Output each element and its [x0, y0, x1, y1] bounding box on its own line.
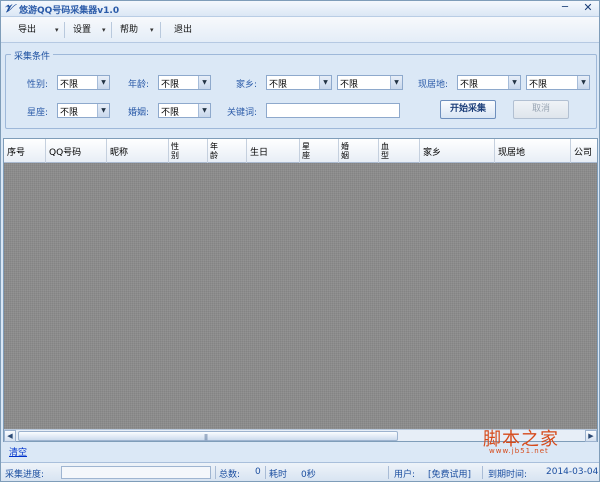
- menu-settings[interactable]: 设置: [73, 17, 91, 43]
- residence-province-select[interactable]: 不限 ▼: [457, 75, 521, 90]
- age-value: 不限: [161, 80, 180, 90]
- residence-label: 现居地:: [418, 80, 449, 90]
- marriage-select[interactable]: 不限 ▼: [158, 103, 211, 118]
- user-label: 用户:: [394, 470, 416, 480]
- gender-value: 不限: [60, 80, 79, 90]
- total-label: 总数:: [219, 470, 241, 480]
- dropdown-arrow-icon[interactable]: ▼: [97, 76, 109, 89]
- app-logo-icon: 𝒱: [4, 2, 14, 15]
- column-header-blood-type[interactable]: 血型: [379, 139, 420, 163]
- expiry-value: 2014-03-04: [546, 467, 599, 477]
- status-bar: 采集进度: 总数: 0 耗时 0秒 用户: [免费试用] 到期时间: 2014-…: [1, 462, 599, 481]
- menu-exit-label: 退出: [174, 25, 193, 35]
- app-window: 𝒱 悠游QQ号码采集器v1.0 ─ ✕ 导出 ▾ 设置 ▾ 帮助 ▾ 退出 采集…: [0, 0, 600, 482]
- residence-city-select[interactable]: 不限 ▼: [526, 75, 590, 90]
- menu-bar: 导出 ▾ 设置 ▾ 帮助 ▾ 退出: [1, 17, 599, 43]
- gender-label: 性别:: [27, 80, 49, 90]
- progress-label: 采集进度:: [5, 470, 45, 480]
- grid-header: 序号 QQ号码 昵称 性别 年龄 生日 星座 婚姻 血型 家乡 现居地 公司: [4, 139, 597, 163]
- column-header-age[interactable]: 年龄: [208, 139, 247, 163]
- dropdown-arrow-icon[interactable]: ▼: [198, 76, 210, 89]
- dropdown-arrow-icon[interactable]: ▼: [319, 76, 331, 89]
- elapsed-value: 0秒: [301, 470, 316, 480]
- marriage-label: 婚姻:: [128, 108, 150, 118]
- menu-separator: [111, 22, 112, 38]
- status-separator: [388, 466, 389, 479]
- window-title: 悠游QQ号码采集器v1.0: [19, 6, 120, 16]
- filter-group-title: 采集条件: [11, 49, 54, 62]
- menu-help-label: 帮助: [120, 25, 139, 35]
- watermark-url: www.jb51.net: [489, 447, 549, 455]
- total-value: 0: [255, 467, 261, 477]
- user-value: [免费试用]: [428, 470, 472, 480]
- zodiac-select[interactable]: 不限 ▼: [57, 103, 110, 118]
- column-header-hometown[interactable]: 家乡: [420, 139, 495, 163]
- start-collect-button[interactable]: 开始采集: [440, 100, 496, 119]
- grip-icon: |||: [204, 434, 208, 441]
- chevron-down-icon: ▾: [55, 26, 59, 34]
- menu-exit[interactable]: 退出: [174, 17, 192, 43]
- scroll-left-icon[interactable]: ◀: [4, 430, 16, 442]
- progress-bar: [61, 466, 211, 479]
- column-header-marriage-text: 婚姻: [341, 142, 349, 160]
- column-header-nickname[interactable]: 昵称: [107, 139, 169, 163]
- zodiac-value: 不限: [60, 108, 79, 118]
- column-header-residence[interactable]: 现居地: [495, 139, 571, 163]
- scroll-right-icon[interactable]: ▶: [585, 430, 597, 442]
- chevron-down-icon: ▾: [150, 26, 154, 34]
- elapsed-label: 耗时: [269, 470, 288, 480]
- dropdown-arrow-icon[interactable]: ▼: [198, 104, 210, 117]
- title-bar: 𝒱 悠游QQ号码采集器v1.0 ─ ✕: [1, 1, 599, 17]
- column-header-age-text: 年龄: [210, 142, 218, 160]
- column-header-blood-type-text: 血型: [381, 142, 389, 160]
- menu-separator: [160, 22, 161, 38]
- column-header-zodiac-text: 星座: [302, 142, 310, 160]
- column-header-gender[interactable]: 性别: [169, 139, 208, 163]
- residence-province-value: 不限: [460, 80, 479, 90]
- column-header-qq[interactable]: QQ号码: [46, 139, 107, 163]
- age-label: 年龄:: [128, 80, 150, 90]
- keyword-label: 关键词:: [227, 108, 258, 118]
- keyword-input[interactable]: [266, 103, 400, 118]
- menu-separator: [64, 22, 65, 38]
- dropdown-arrow-icon[interactable]: ▼: [390, 76, 402, 89]
- marriage-value: 不限: [161, 108, 180, 118]
- column-header-zodiac[interactable]: 星座: [300, 139, 339, 163]
- status-separator: [265, 466, 266, 479]
- gender-select[interactable]: 不限 ▼: [57, 75, 110, 90]
- hometown-province-select[interactable]: 不限 ▼: [266, 75, 332, 90]
- results-grid[interactable]: 序号 QQ号码 昵称 性别 年龄 生日 星座 婚姻 血型 家乡 现居地 公司 ◀…: [3, 138, 598, 442]
- residence-city-value: 不限: [529, 80, 548, 90]
- dropdown-arrow-icon[interactable]: ▼: [508, 76, 520, 89]
- status-separator: [482, 466, 483, 479]
- menu-help[interactable]: 帮助: [120, 17, 138, 43]
- hometown-province-value: 不限: [269, 80, 288, 90]
- menu-settings-label: 设置: [73, 25, 92, 35]
- column-header-marriage[interactable]: 婚姻: [339, 139, 379, 163]
- minimize-button[interactable]: ─: [556, 2, 574, 15]
- dropdown-arrow-icon[interactable]: ▼: [577, 76, 589, 89]
- scroll-thumb[interactable]: |||: [18, 431, 398, 441]
- hometown-label: 家乡:: [236, 80, 258, 90]
- column-header-gender-text: 性别: [171, 142, 179, 160]
- column-header-company[interactable]: 公司: [571, 139, 597, 163]
- column-header-index[interactable]: 序号: [4, 139, 46, 163]
- expiry-label: 到期时间:: [488, 470, 528, 480]
- chevron-down-icon: ▾: [102, 26, 106, 34]
- zodiac-label: 星座:: [27, 108, 49, 118]
- menu-export[interactable]: 导出: [18, 17, 36, 43]
- close-button[interactable]: ✕: [579, 2, 597, 15]
- hometown-city-select[interactable]: 不限 ▼: [337, 75, 403, 90]
- status-separator: [215, 466, 216, 479]
- hometown-city-value: 不限: [340, 80, 359, 90]
- column-header-birthday[interactable]: 生日: [247, 139, 300, 163]
- clear-link[interactable]: 清空: [9, 445, 27, 458]
- menu-export-label: 导出: [18, 25, 37, 35]
- age-select[interactable]: 不限 ▼: [158, 75, 211, 90]
- cancel-button[interactable]: 取消: [513, 100, 569, 119]
- dropdown-arrow-icon[interactable]: ▼: [97, 104, 109, 117]
